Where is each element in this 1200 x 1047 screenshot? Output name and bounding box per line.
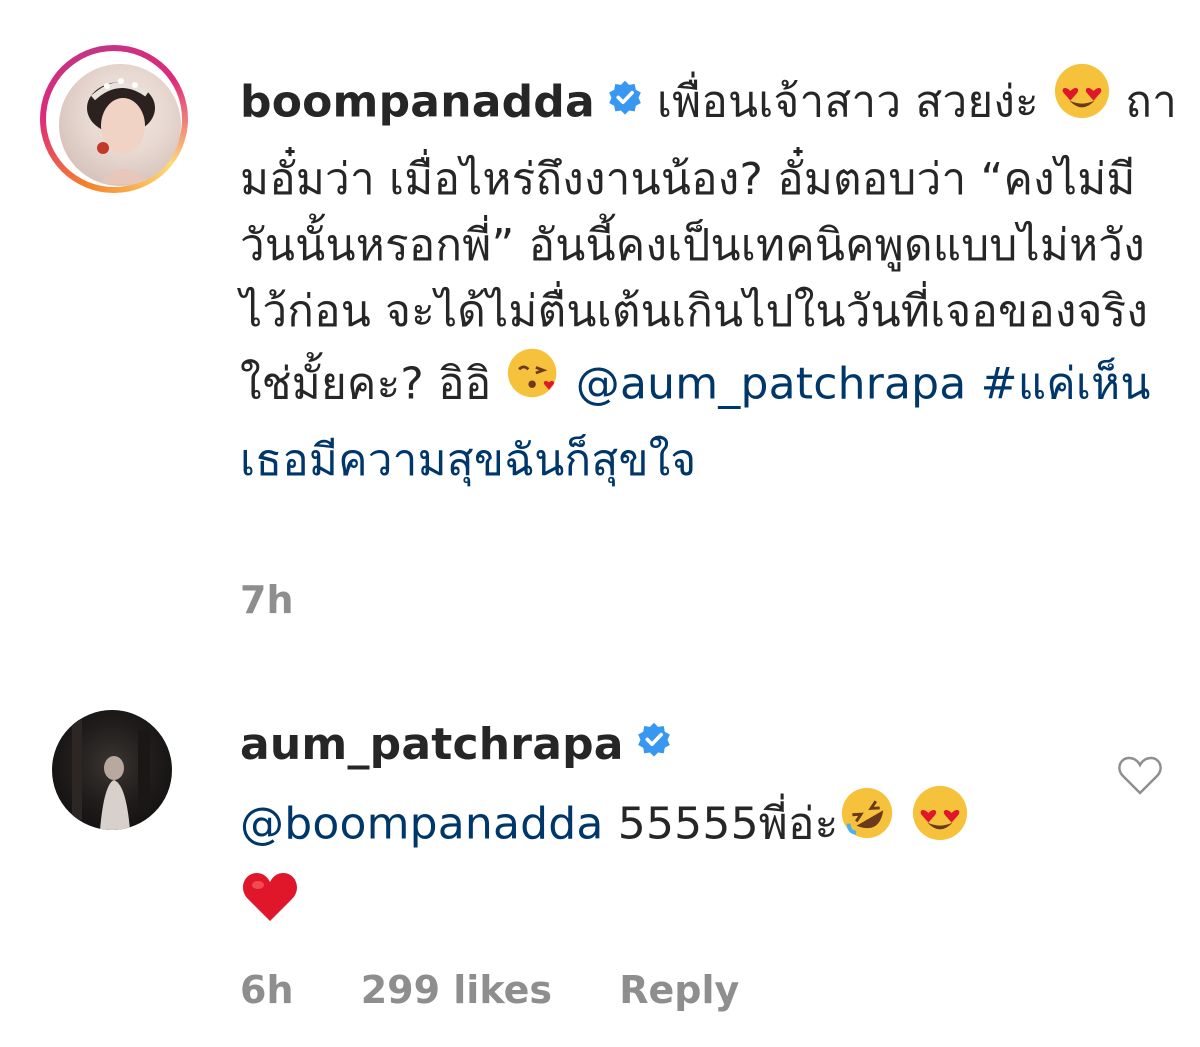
comment-body: boompanadda เพื่อนเจ้าสาว สวยง่ะ ถามอั๋มว… [240,62,1180,494]
comment-username[interactable]: aum_patchrapa [240,719,624,770]
comment-body: aum_patchrapa @boompanadda 55555พี่อ่ะ [240,710,1180,952]
comment-text-body: 55555พี่อ่ะ [617,798,839,850]
comment-timestamp[interactable]: 6h [240,968,294,1012]
red-heart-emoji-icon [240,869,300,944]
reply-button[interactable]: Reply [619,968,739,1012]
comment-text: aum_patchrapa @boompanadda 55555พี่อ่ะ [240,710,1180,952]
comment-timestamp[interactable]: 7h [240,578,294,622]
avatar[interactable] [52,710,172,830]
avatar[interactable] [59,64,181,186]
avatar-story-ring[interactable] [40,45,188,193]
like-heart-icon[interactable] [1117,755,1163,797]
rofl-emoji-icon [838,784,896,861]
heart-eyes-emoji-icon [911,784,969,861]
mention-link[interactable]: @aum_patchrapa [576,359,967,410]
heart-eyes-emoji-icon [1053,62,1111,139]
comment-meta: 6h 299 likes Reply [240,968,793,1012]
kissing-heart-emoji-icon [506,345,562,420]
comment-username[interactable]: boompanadda [240,77,595,128]
verified-badge-icon [636,710,672,776]
comment-text: boompanadda เพื่อนเจ้าสาว สวยง่ะ ถามอั๋มว… [240,62,1180,494]
comment-text-line1: เพื่อนเจ้าสาว สวยง่ะ [656,76,1039,128]
comment-meta: 7h [240,578,348,622]
likes-count[interactable]: 299 likes [361,968,552,1012]
comment-item: boompanadda เพื่อนเจ้าสาว สวยง่ะ ถามอั๋มว… [0,0,1200,660]
comment-item: aum_patchrapa @boompanadda 55555พี่อ่ะ 6… [0,690,1200,1047]
mention-link[interactable]: @boompanadda [240,799,604,850]
verified-badge-icon [607,68,643,134]
